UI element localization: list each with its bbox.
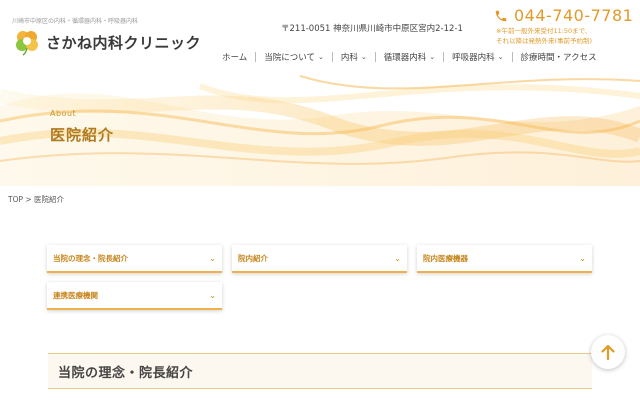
phone-icon: [495, 10, 507, 21]
nav-item-label: 呼吸器内科: [452, 53, 495, 63]
chevron-down-icon: ⌄: [209, 290, 216, 300]
nav-item-label: ホーム: [222, 53, 248, 63]
anchor-link-label: 院内医療機器: [423, 253, 468, 263]
nav-item-respiratory[interactable]: 呼吸器内科 ⌄: [444, 51, 511, 63]
section-heading: 当院の理念・院長紹介: [48, 353, 592, 389]
breadcrumb[interactable]: TOP > 医院紹介: [8, 194, 64, 205]
main-nav: ホーム 当院について ⌄ 内科 ⌄ 循環器内科 ⌄ 呼吸器内科 ⌄ 診療時間・アクセス: [214, 51, 605, 63]
anchor-link-label: 当院の理念・院長紹介: [53, 253, 128, 263]
anchor-link-label: 院内紹介: [238, 253, 268, 263]
chevron-down-icon: ⌄: [394, 253, 401, 263]
chevron-down-icon: ⌄: [360, 53, 367, 61]
hero-subtitle: About: [50, 109, 77, 118]
chevron-down-icon: ⌄: [209, 253, 216, 263]
page-title: 医院紹介: [50, 126, 115, 144]
arrow-up-icon: [601, 344, 615, 360]
site-logo[interactable]: さかね内科クリニック: [12, 28, 201, 56]
back-to-top-button[interactable]: [591, 335, 625, 369]
nav-item-label: 当院について: [264, 53, 315, 63]
header-tagline: 川崎市中原区の内科・循環器内科・呼吸器内科: [12, 18, 139, 25]
hours-note-line1: ※午前一般外来受付11:50まで、: [496, 27, 592, 35]
page-hero: About 医院紹介: [0, 66, 640, 186]
nav-item-about[interactable]: 当院について ⌄: [256, 51, 332, 63]
hours-note-line2: それ以降は発熱外来(事前予約制): [496, 37, 593, 45]
chevron-down-icon: ⌄: [579, 253, 586, 263]
nav-item-label: 内科: [340, 53, 358, 63]
nav-item-home[interactable]: ホーム: [214, 51, 255, 63]
anchor-link-interior[interactable]: 院内紹介 ⌄: [232, 245, 407, 273]
anchor-link-label: 連携医療機関: [53, 290, 98, 300]
nav-item-internal-medicine[interactable]: 内科 ⌄: [333, 51, 375, 63]
clinic-address: 〒211-0051 神奈川県川崎市中原区宮内2-12-1: [281, 24, 463, 34]
anchor-link-partners[interactable]: 連携医療機関 ⌄: [47, 282, 222, 310]
anchor-link-equipment[interactable]: 院内医療機器 ⌄: [417, 245, 592, 273]
chevron-down-icon: ⌄: [497, 53, 504, 61]
nav-item-label: 診療時間・アクセス: [520, 53, 597, 63]
nav-item-label: 循環器内科: [383, 53, 427, 63]
phone-link[interactable]: 044-740-7781: [494, 6, 633, 25]
clover-logo-icon: [16, 31, 38, 56]
logo-text: さかね内科クリニック: [46, 33, 202, 52]
chevron-down-icon: ⌄: [318, 53, 324, 61]
phone-number: 044-740-7781: [514, 6, 634, 25]
hours-note: ※午前一般外来受付11:50まで、 それ以降は発熱外来(事前予約制): [496, 26, 592, 46]
section-title: 当院の理念・院長紹介: [58, 365, 194, 381]
anchor-link-philosophy[interactable]: 当院の理念・院長紹介 ⌄: [47, 245, 222, 273]
nav-item-hours-access[interactable]: 診療時間・アクセス: [513, 51, 605, 63]
nav-item-cardiology[interactable]: 循環器内科 ⌄: [376, 51, 443, 63]
chevron-down-icon: ⌄: [429, 53, 436, 61]
